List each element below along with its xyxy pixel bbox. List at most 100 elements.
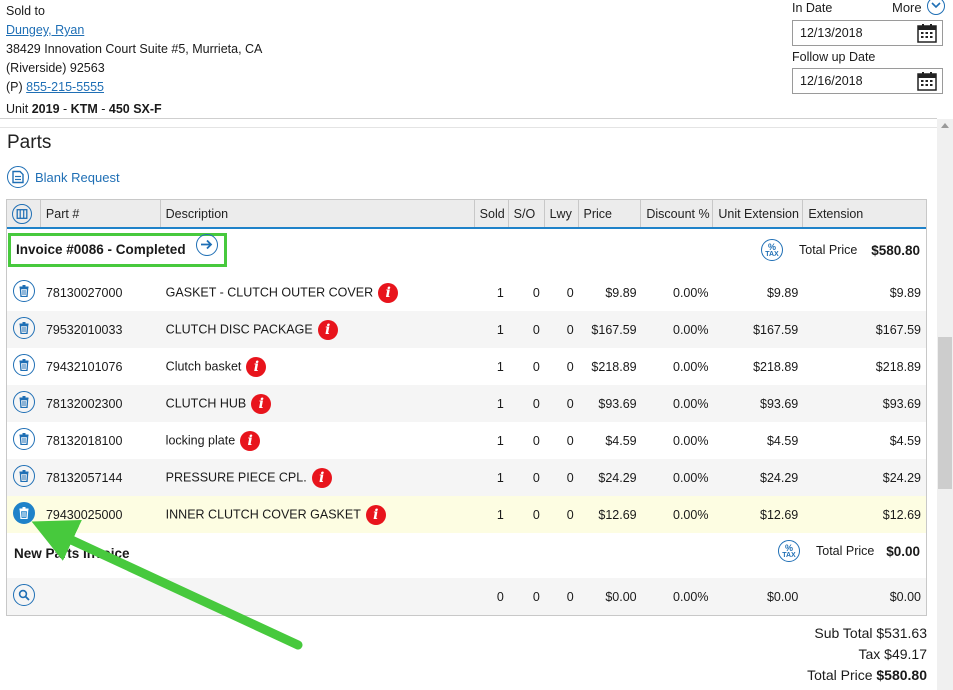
price-cell-text: $9.89	[605, 285, 637, 300]
calendar-icon[interactable]	[917, 72, 937, 94]
info-icon[interactable]: i	[317, 319, 338, 340]
delete-part-button[interactable]	[7, 354, 41, 379]
so-cell: 0	[509, 323, 545, 337]
lwy-cell-text: 0	[566, 396, 574, 411]
discount-cell: 0.00%	[673, 589, 709, 604]
sold-cell-text: 1	[496, 285, 504, 300]
sold-cell: 0	[496, 589, 504, 604]
column-header-unit-extension[interactable]: Unit Extension	[713, 200, 804, 227]
lwy-cell-text: 0	[566, 285, 574, 300]
scrollbar[interactable]	[937, 119, 953, 690]
delete-part-button[interactable]	[7, 465, 41, 490]
info-icon[interactable]: i	[246, 356, 267, 377]
sub-total-value: $531.63	[876, 625, 927, 641]
so-cell: 0	[509, 434, 545, 448]
trash-icon	[13, 428, 35, 450]
sold-cell-text: 1	[496, 470, 504, 485]
so-cell: 0	[509, 360, 545, 374]
column-header-so[interactable]: S/O	[509, 200, 545, 227]
price-cell-text: $12.69	[598, 507, 637, 522]
chevron-down-icon[interactable]	[927, 0, 945, 15]
discount-cell-text: 0.00%	[673, 433, 709, 448]
follow-up-date-value: 12/16/2018	[800, 74, 863, 88]
column-header-description[interactable]: Description	[161, 200, 475, 227]
tax-icon-label: TAX	[782, 552, 796, 559]
description-cell-text: locking plate	[165, 432, 236, 447]
column-header-discount[interactable]: Discount %	[641, 200, 714, 227]
invoice-group-header: Invoice #0086 - Completed % TAX Total Pr…	[7, 229, 926, 274]
column-header-lwy[interactable]: Lwy	[545, 200, 579, 227]
delete-part-button[interactable]	[7, 317, 41, 342]
description-cell: GASKET - CLUTCH OUTER COVER i	[161, 282, 475, 303]
info-icon[interactable]: i	[251, 393, 272, 414]
trash-icon	[13, 354, 35, 376]
column-header-price[interactable]: Price	[579, 200, 642, 227]
tax-icon[interactable]: % TAX	[761, 239, 783, 261]
delete-part-button[interactable]	[7, 280, 41, 305]
extension-cell-text: $24.29	[882, 470, 921, 485]
price-cell: $0.00	[605, 589, 637, 604]
blank-request-label: Blank Request	[35, 169, 120, 185]
blank-request-button[interactable]: Blank Request	[7, 166, 120, 188]
unit-year: 2019	[31, 102, 60, 116]
follow-up-date-label: Follow up Date	[792, 50, 876, 64]
unit-separator: -	[63, 102, 68, 116]
table-row: 79430025000 INNER CLUTCH COVER GASKET i 1 0 0…	[7, 496, 926, 533]
phone-link[interactable]: 855-215-5555	[26, 80, 104, 94]
extension-cell: $0.00	[889, 589, 921, 604]
unit-extension-cell-text: $12.69	[760, 507, 799, 522]
customer-name-link[interactable]: Dungey, Ryan	[6, 23, 84, 37]
extension-cell: $218.89	[803, 360, 926, 374]
extension-cell-text: $167.59	[875, 322, 921, 337]
extension-cell-text: $4.59	[889, 433, 921, 448]
info-icon[interactable]: i	[378, 282, 399, 303]
sold-to-label: Sold to	[6, 4, 45, 18]
scrollbar-thumb[interactable]	[938, 337, 952, 489]
invoice-title: Invoice #0086 - Completed	[16, 242, 186, 257]
column-header-sold[interactable]: Sold	[475, 200, 509, 227]
price-cell-text: $24.29	[598, 470, 637, 485]
sold-cell: 1	[475, 397, 509, 411]
so-cell-text: 0	[532, 507, 540, 522]
delete-part-button[interactable]	[7, 502, 41, 527]
part-number-cell: 79432101076	[41, 360, 161, 374]
scroll-up-icon[interactable]	[941, 122, 949, 128]
price-cell-text: $4.59	[605, 433, 637, 448]
price-cell-text: $93.69	[598, 396, 637, 411]
unit-extension-cell: $167.59	[713, 323, 803, 337]
part-number-cell: 78132018100	[41, 434, 161, 448]
info-icon[interactable]: i	[311, 467, 332, 488]
arrow-right-icon[interactable]	[196, 234, 218, 256]
tax-icon-label: TAX	[765, 251, 779, 258]
phone-prefix: (P)	[6, 80, 23, 94]
so-cell: 0	[509, 286, 545, 300]
more-link[interactable]: More	[892, 0, 922, 15]
tax-icon[interactable]: % TAX	[778, 540, 800, 562]
search-button[interactable]	[7, 584, 41, 609]
new-invoice-group-header: New Parts Invoice % TAX Total Price $0.0…	[7, 533, 926, 578]
lwy-cell-text: 0	[566, 322, 574, 337]
invoice-title-box: Invoice #0086 - Completed	[8, 233, 227, 267]
unit-extension-cell-text: $9.89	[766, 285, 799, 300]
price-cell: $218.89	[579, 360, 642, 374]
new-invoice-total-value: $0.00	[886, 544, 920, 559]
info-icon[interactable]: i	[240, 430, 261, 451]
calendar-icon[interactable]	[917, 24, 937, 46]
table-row: 78132057144 PRESSURE PIECE CPL. i 1 0 0 $24.29…	[7, 459, 926, 496]
lwy-cell: 0	[545, 471, 579, 485]
discount-cell-text: 0.00%	[673, 285, 709, 300]
part-number-cell-text: 78132018100	[45, 433, 123, 448]
info-icon[interactable]: i	[365, 504, 386, 525]
column-header-extension[interactable]: Extension	[803, 200, 926, 227]
delete-part-button[interactable]	[7, 428, 41, 453]
parts-table: Part # Description Sold S/O Lwy Price Di…	[6, 199, 927, 616]
new-invoice-row: 0 0 0 $0.00 0.00% $0.00 $0.00	[7, 578, 926, 615]
delete-part-button[interactable]	[7, 391, 41, 416]
in-date-field[interactable]: 12/13/2018	[792, 20, 943, 46]
column-header-part-number[interactable]: Part #	[41, 200, 161, 227]
discount-cell: 0.00%	[642, 323, 714, 337]
follow-up-date-field[interactable]: 12/16/2018	[792, 68, 943, 94]
unit-extension-cell: $4.59	[713, 434, 803, 448]
part-number-cell: 79430025000	[41, 508, 161, 522]
column-chooser-button[interactable]	[7, 200, 41, 227]
